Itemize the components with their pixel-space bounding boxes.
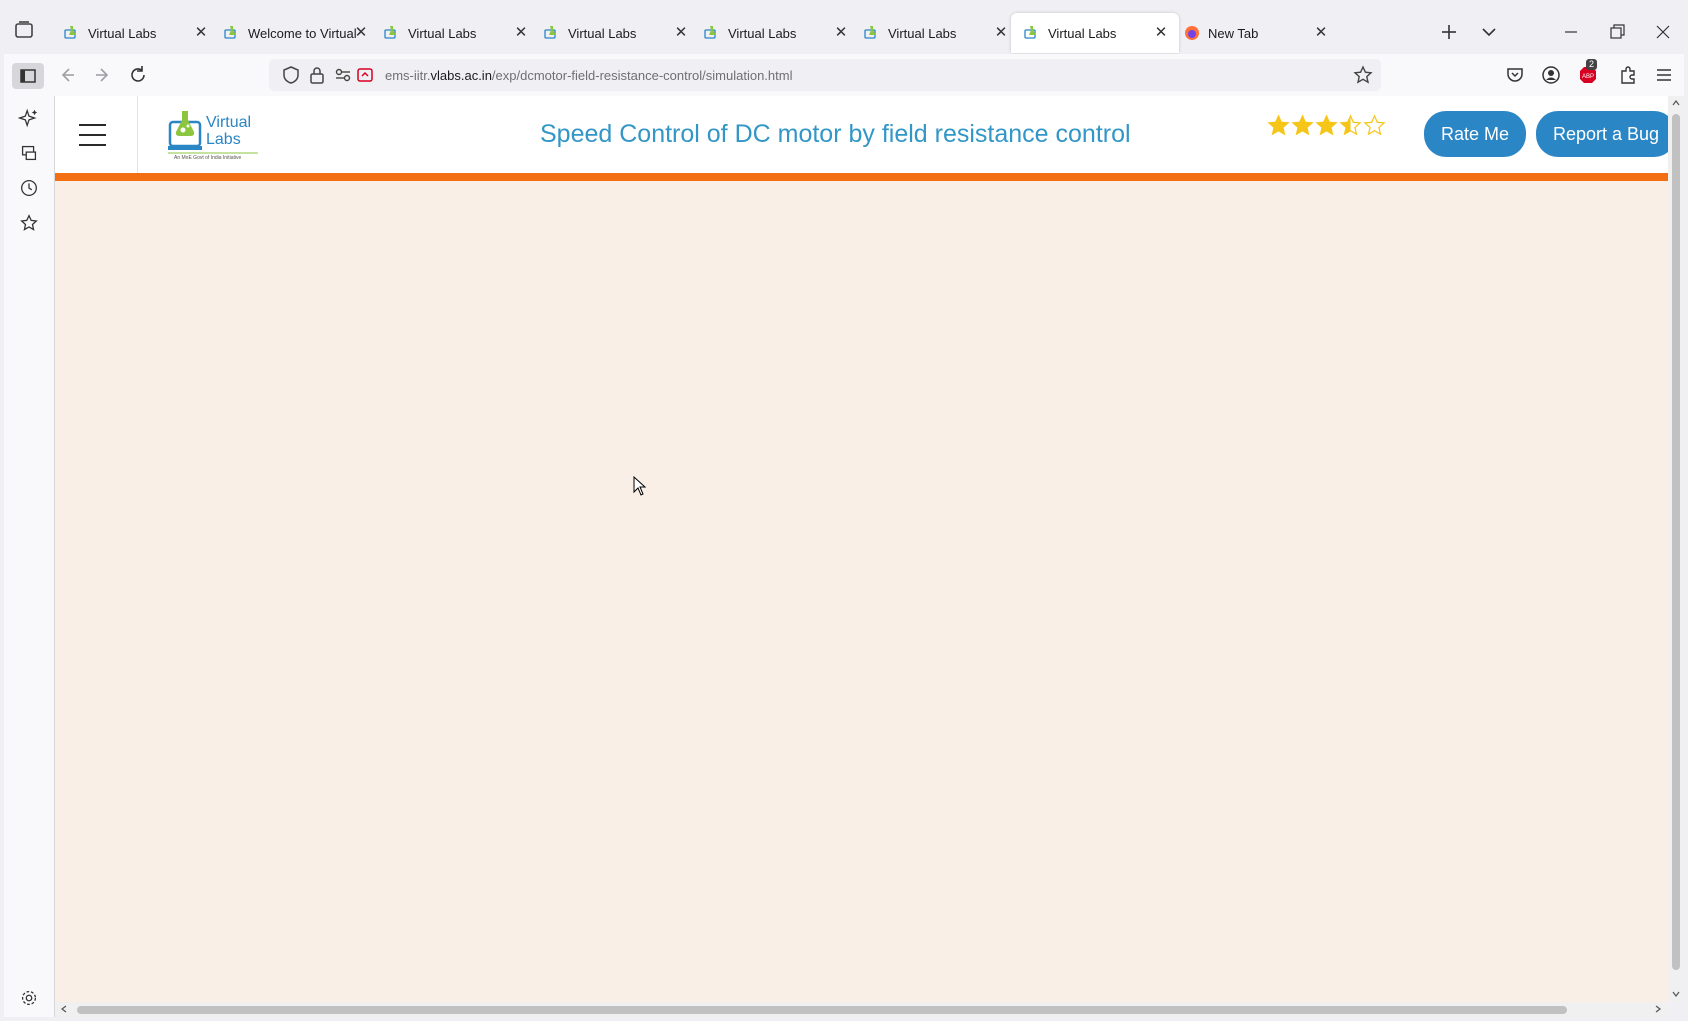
page-viewport: Virtual Labs An MoE Govt of India Initia… <box>55 96 1668 1002</box>
vlabs-favicon-icon <box>64 26 76 39</box>
pocket-icon[interactable] <box>1503 63 1527 87</box>
tab-title: New Tab <box>1208 25 1259 41</box>
tab-title: Welcome to Virtual La <box>248 25 360 41</box>
vlabs-favicon-icon <box>864 26 876 39</box>
scroll-right-arrow-icon[interactable] <box>1653 1004 1663 1014</box>
rating-stars[interactable] <box>1267 114 1387 137</box>
simulation-area <box>55 181 1668 1002</box>
site-header: Virtual Labs An MoE Govt of India Initia… <box>55 96 1668 173</box>
lock-icon[interactable] <box>305 63 329 87</box>
tab-title: Virtual Labs <box>408 25 477 41</box>
virtual-labs-logo[interactable]: Virtual Labs An MoE Govt of India Initia… <box>168 108 288 163</box>
rating-star-icon[interactable] <box>1339 114 1362 137</box>
tracking-protection-shield-icon[interactable] <box>279 63 303 87</box>
rate-me-button[interactable]: Rate Me <box>1424 111 1526 157</box>
history-clock-icon[interactable] <box>18 177 40 199</box>
vertical-scroll-thumb[interactable] <box>1672 114 1680 970</box>
scroll-left-arrow-icon[interactable] <box>59 1004 69 1014</box>
tab-close-icon[interactable]: ✕ <box>1153 25 1169 41</box>
tab-title: Virtual Labs <box>728 25 797 41</box>
tab-title: Virtual Labs <box>1048 25 1117 41</box>
tab-close-icon[interactable]: ✕ <box>513 25 529 41</box>
vlabs-favicon-icon <box>544 26 556 39</box>
browser-tab[interactable]: Virtual Labs ✕ <box>1011 13 1179 53</box>
browser-tab[interactable]: New Tab ✕ <box>1171 13 1339 53</box>
browser-tab[interactable]: Welcome to Virtual La✕ <box>211 13 379 53</box>
browser-tab[interactable]: Virtual Labs ✕ <box>691 13 859 53</box>
tab-close-icon[interactable]: ✕ <box>1313 25 1329 41</box>
restore-icon[interactable] <box>1605 20 1629 44</box>
list-all-tabs-icon[interactable] <box>1477 20 1501 44</box>
hamburger-menu-icon[interactable] <box>79 124 106 146</box>
tab-close-icon[interactable]: ✕ <box>993 25 1009 41</box>
url-text[interactable]: ems-iitr.vlabs.ac.in/exp/dcmotor-field-r… <box>385 68 792 83</box>
browser-tab[interactable]: Virtual Labs ✕ <box>531 13 699 53</box>
browser-window: Virtual Labs✕Welcome to Virtual La✕Virtu… <box>4 4 1684 1017</box>
forward-icon[interactable] <box>91 63 115 87</box>
app-menu-icon[interactable] <box>1652 63 1676 87</box>
close-window-icon[interactable] <box>1651 20 1675 44</box>
page-title: Speed Control of DC motor by field resis… <box>540 120 1131 148</box>
vlabs-favicon-icon <box>384 26 396 39</box>
address-bar[interactable]: ems-iitr.vlabs.ac.in/exp/dcmotor-field-r… <box>269 59 1381 91</box>
ai-chatbot-sparkle-icon[interactable] <box>18 107 40 129</box>
extensions-puzzle-icon[interactable] <box>1616 63 1640 87</box>
logo-tagline: An MoE Govt of India Initiative <box>174 155 242 161</box>
svg-text:ABP: ABP <box>1582 74 1594 80</box>
autoplay-blocked-icon[interactable] <box>353 63 377 87</box>
rating-star-icon[interactable] <box>1315 114 1338 137</box>
browser-tab[interactable]: Virtual Labs ✕ <box>371 13 539 53</box>
vlabs-favicon-icon <box>224 26 236 39</box>
vertical-scrollbar[interactable] <box>1668 96 1684 1002</box>
header-divider <box>137 96 138 173</box>
tab-close-icon[interactable]: ✕ <box>193 25 209 41</box>
logo-wordmark: Virtual Labs <box>206 114 252 148</box>
sidebar-settings-gear-icon[interactable] <box>18 987 40 1009</box>
url-host: vlabs.ac.in <box>430 68 492 83</box>
tab-title: Virtual Labs <box>888 25 957 41</box>
new-tab-icon[interactable] <box>1437 20 1461 44</box>
vlabs-favicon-icon <box>1024 26 1036 39</box>
tab-title: Virtual Labs <box>568 25 637 41</box>
tab-bar: Virtual Labs✕Welcome to Virtual La✕Virtu… <box>4 4 1684 54</box>
tab-close-icon[interactable]: ✕ <box>353 25 369 41</box>
rating-star-icon[interactable] <box>1291 114 1314 137</box>
rating-star-icon[interactable] <box>1363 114 1386 137</box>
browser-sidebar <box>4 96 55 1017</box>
report-bug-button[interactable]: Report a Bug <box>1536 111 1668 157</box>
rating-star-icon[interactable] <box>1267 114 1290 137</box>
bookmarks-star-icon[interactable] <box>18 212 40 234</box>
browser-tab[interactable]: Virtual Labs ✕ <box>851 13 1019 53</box>
horizontal-scrollbar[interactable] <box>55 1002 1668 1017</box>
tab-overview-icon[interactable] <box>12 18 36 42</box>
account-icon[interactable] <box>1539 63 1563 87</box>
url-path: /exp/dcmotor-field-resistance-control/si… <box>491 68 793 83</box>
browser-tab[interactable]: Virtual Labs ✕ <box>51 13 219 53</box>
tab-close-icon[interactable]: ✕ <box>673 25 689 41</box>
tab-title: Virtual Labs <box>88 25 157 41</box>
url-prefix: ems-iitr. <box>385 68 431 83</box>
adblock-plus-icon[interactable]: ABP 2 <box>1576 59 1600 87</box>
bookmark-star-icon[interactable] <box>1351 63 1375 87</box>
scroll-down-arrow-icon[interactable] <box>1671 989 1681 999</box>
scroll-up-arrow-icon[interactable] <box>1671 98 1681 108</box>
back-icon[interactable] <box>55 63 79 87</box>
reload-icon[interactable] <box>126 63 150 87</box>
tab-close-icon[interactable]: ✕ <box>833 25 849 41</box>
minimize-icon[interactable] <box>1559 20 1583 44</box>
permissions-icon[interactable] <box>331 63 355 87</box>
sidebar-toggle-icon[interactable] <box>12 63 44 89</box>
adblock-count-badge: 2 <box>1586 59 1598 70</box>
navigation-toolbar: ems-iitr.vlabs.ac.in/exp/dcmotor-field-r… <box>4 54 1684 96</box>
firefox-favicon-icon <box>1185 26 1199 40</box>
mouse-cursor-icon <box>633 476 647 496</box>
header-accent-bar <box>55 173 1668 181</box>
horizontal-scroll-thumb[interactable] <box>77 1006 1567 1014</box>
synced-tabs-icon[interactable] <box>18 142 40 164</box>
vlabs-favicon-icon <box>704 26 716 39</box>
